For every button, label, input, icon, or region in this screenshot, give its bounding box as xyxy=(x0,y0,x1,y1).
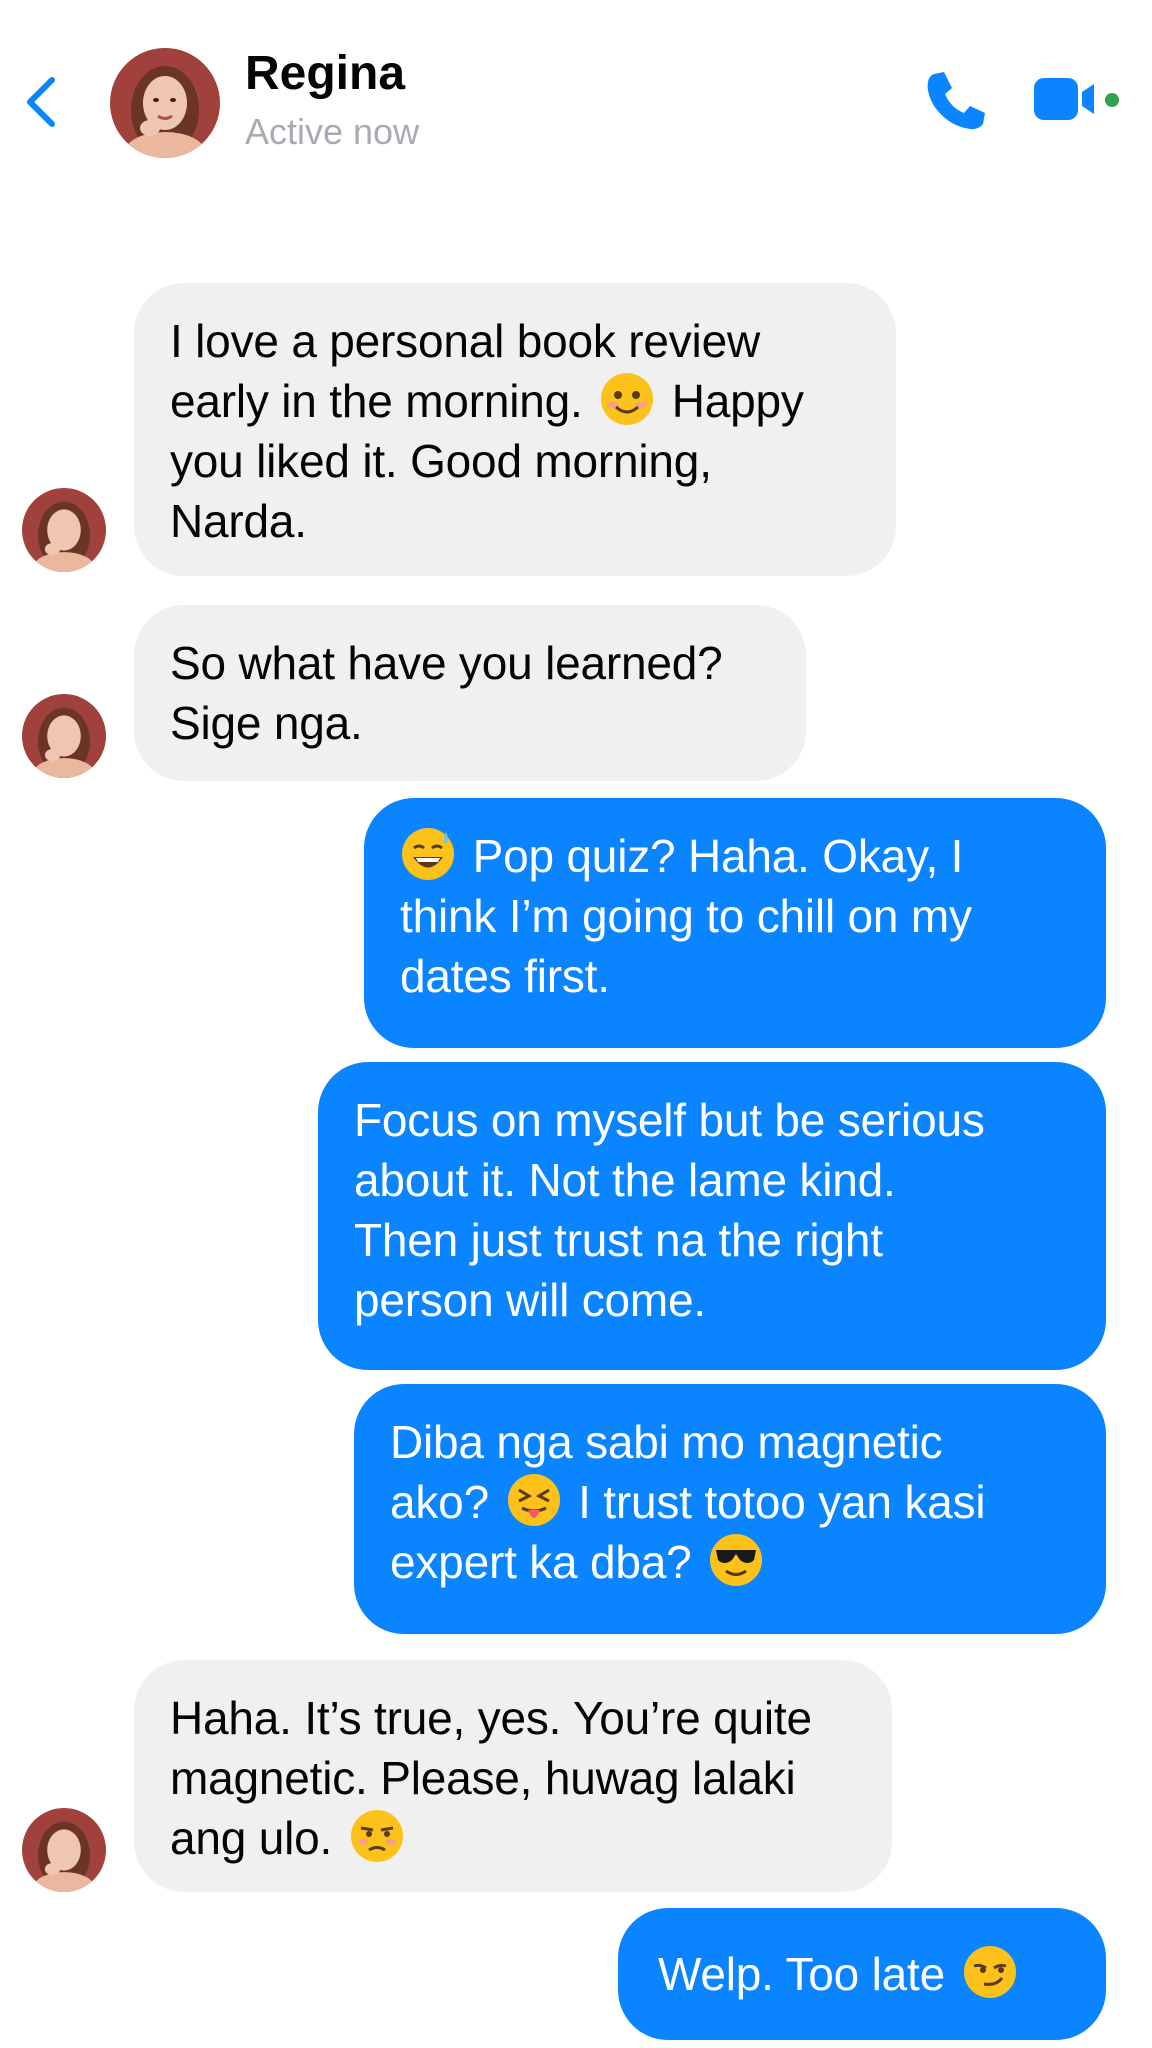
message-text: about it. Not the lame kind. xyxy=(354,1154,896,1206)
message-text: person will come. xyxy=(354,1274,706,1326)
message-bubble-outgoing[interactable]: Focus on myself but be serious about it.… xyxy=(318,1062,1106,1370)
sender-avatar[interactable] xyxy=(22,694,106,778)
chevron-left-icon xyxy=(27,77,55,127)
message-text: Narda. xyxy=(170,495,307,547)
message-text: dates first. xyxy=(400,950,610,1002)
message-text: Happy xyxy=(671,375,804,427)
message-text: Sige nga. xyxy=(170,697,363,749)
message-bubble-outgoing[interactable]: Pop quiz? Haha. Okay, I think I’m going … xyxy=(364,798,1106,1048)
video-camera-icon xyxy=(1034,78,1119,120)
message-text: Then just trust na the right xyxy=(354,1214,883,1266)
back-button[interactable] xyxy=(18,66,66,138)
message-text: early in the morning. xyxy=(170,375,583,427)
unamused-face-emoji xyxy=(349,1808,405,1864)
message-bubble-incoming[interactable]: So what have you learned? Sige nga. xyxy=(134,605,806,781)
message-text: Focus on myself but be serious xyxy=(354,1094,985,1146)
voice-call-button[interactable] xyxy=(920,66,990,136)
message-text: Pop quiz? Haha. Okay, I xyxy=(472,830,964,882)
phone-icon xyxy=(927,72,985,130)
message-text: think I’m going to chill on my xyxy=(400,890,972,942)
sender-avatar[interactable] xyxy=(22,488,106,572)
squinting-tongue-emoji xyxy=(506,1472,562,1528)
online-indicator xyxy=(1105,93,1119,107)
smirking-face-emoji xyxy=(962,1944,1018,2000)
message-text: ang ulo. xyxy=(170,1812,333,1864)
message-text: magnetic. Please, huwag lalaki xyxy=(170,1752,796,1804)
contact-name: Regina xyxy=(245,47,406,100)
message-bubble-incoming[interactable]: Haha. It’s true, yes. You’re quite magne… xyxy=(134,1660,892,1892)
message-text: you liked it. Good morning, xyxy=(170,435,712,487)
video-call-button[interactable] xyxy=(1032,72,1122,128)
sender-avatar[interactable] xyxy=(22,1808,106,1892)
contact-avatar[interactable] xyxy=(110,48,220,158)
message-bubble-incoming[interactable]: I love a personal book review early in t… xyxy=(134,283,896,576)
sunglasses-face-emoji xyxy=(708,1532,764,1588)
message-bubble-outgoing[interactable]: Diba nga sabi mo magnetic ako? I trust t… xyxy=(354,1384,1106,1634)
message-text: I love a personal book review xyxy=(170,315,760,367)
message-text: Welp. Too late xyxy=(658,1948,946,2000)
message-bubble-outgoing[interactable]: Welp. Too late xyxy=(618,1908,1106,2040)
grinning-sweat-emoji xyxy=(400,826,456,882)
message-text: I trust totoo yan kasi xyxy=(578,1476,986,1528)
message-text: Haha. It’s true, yes. You’re quite xyxy=(170,1692,812,1744)
message-text: ako? xyxy=(390,1476,489,1528)
smiling-face-emoji xyxy=(599,371,655,427)
message-text: So what have you learned? xyxy=(170,637,723,689)
active-status: Active now xyxy=(245,111,420,152)
chat-header: Regina Active now xyxy=(0,0,1152,190)
message-text: expert ka dba? xyxy=(390,1536,692,1588)
message-text: Diba nga sabi mo magnetic xyxy=(390,1416,943,1468)
